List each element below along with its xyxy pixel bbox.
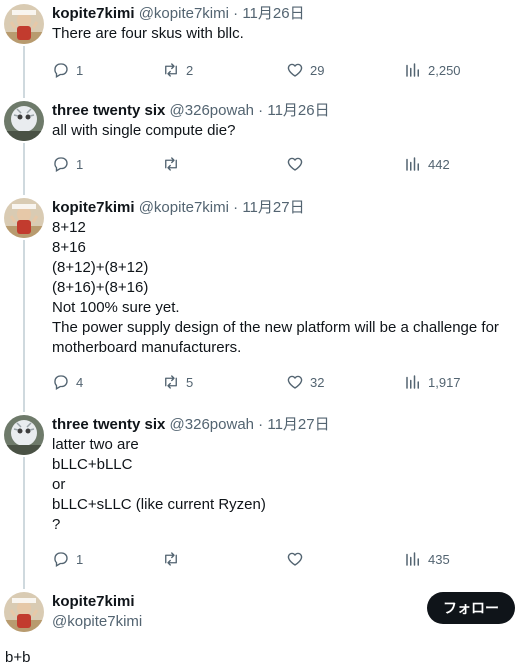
like-icon xyxy=(286,61,304,79)
retweet-icon xyxy=(162,155,180,173)
like-button[interactable]: 29 xyxy=(286,60,324,80)
retweet-count: 2 xyxy=(186,62,194,78)
tweet-text: latter two are bLLC+bLLC or bLLC+sLLC (l… xyxy=(52,435,511,535)
reply-icon xyxy=(52,373,70,391)
reply-button[interactable]: 4 xyxy=(52,372,83,392)
tweet-line: all with single compute die? xyxy=(52,122,236,139)
views-count: 1,917 xyxy=(428,374,461,390)
views-icon xyxy=(404,61,422,79)
retweet-count: 5 xyxy=(186,374,194,390)
avatar-kopite7kimi[interactable] xyxy=(4,4,44,44)
follow-button[interactable]: フォロー xyxy=(427,592,515,624)
reply-count: 4 xyxy=(76,374,84,390)
separator-dot: · xyxy=(228,5,243,22)
views-button[interactable]: 2,250 xyxy=(404,60,461,80)
author-name[interactable]: kopite7kimi xyxy=(52,5,135,22)
author-handle[interactable]: @kopite7kimi xyxy=(139,199,229,216)
timestamp[interactable]: 11月26日 xyxy=(242,5,304,22)
views-count: 2,250 xyxy=(428,62,461,78)
tweet-line: 8+12 xyxy=(52,219,86,236)
tweet-line: There are four skus with bllc. xyxy=(52,25,244,42)
tweet-line: bLLC+bLLC xyxy=(52,456,133,473)
tweet-line: (8+12)+(8+12) xyxy=(52,259,149,276)
views-icon xyxy=(404,550,422,568)
action-bar: 4 5 32 1,917 xyxy=(52,372,462,392)
like-icon xyxy=(286,373,304,391)
tweet-line: (8+16)+(8+16) xyxy=(52,279,149,296)
retweet-icon xyxy=(162,373,180,391)
tweet-line: Not 100% sure yet. xyxy=(52,299,180,316)
separator-dot: · xyxy=(254,416,268,433)
like-icon xyxy=(286,550,304,568)
tweet-text: all with single compute die? xyxy=(52,121,511,141)
reply-count: 1 xyxy=(76,62,84,78)
reply-icon xyxy=(52,61,70,79)
tweet-line: latter two are xyxy=(52,436,139,453)
reply-button[interactable]: 1 xyxy=(52,549,83,569)
separator-dot: · xyxy=(228,199,243,216)
author-name[interactable]: kopite7kimi xyxy=(52,199,135,216)
tweet-line: 8+16 xyxy=(52,239,86,256)
retweet-button[interactable]: 2 xyxy=(162,60,193,80)
main-tweet-text: b+b xyxy=(5,649,31,666)
retweet-button[interactable] xyxy=(162,154,186,174)
reply-count: 1 xyxy=(76,156,84,172)
author-name[interactable]: three twenty six xyxy=(52,102,165,119)
avatar-kopite7kimi[interactable] xyxy=(4,592,44,632)
like-button[interactable] xyxy=(286,549,310,569)
tweet-text: There are four skus with bllc. xyxy=(52,24,511,44)
action-bar: 1 442 xyxy=(52,154,462,174)
tweet-text: 8+12 8+16 (8+12)+(8+12) (8+16)+(8+16) No… xyxy=(52,218,511,358)
thread-line xyxy=(23,240,25,412)
author-handle[interactable]: @kopite7kimi xyxy=(139,5,229,22)
views-icon xyxy=(404,373,422,391)
like-icon xyxy=(286,155,304,173)
tweet-line: bLLC+sLLC (like current Ryzen) xyxy=(52,496,266,513)
views-icon xyxy=(404,155,422,173)
like-button[interactable] xyxy=(286,154,310,174)
timestamp[interactable]: 11月27日 xyxy=(242,199,304,216)
reply-icon xyxy=(52,155,70,173)
reply-count: 1 xyxy=(76,551,84,567)
avatar-326powah[interactable] xyxy=(4,101,44,141)
views-button[interactable]: 435 xyxy=(404,549,450,569)
tweet-line: ? xyxy=(52,516,61,533)
retweet-icon xyxy=(162,61,180,79)
reply-icon xyxy=(52,550,70,568)
thread-line xyxy=(23,46,25,98)
thread-line xyxy=(23,457,25,589)
tweet-line: The power supply design of the new platf… xyxy=(52,319,499,336)
reply-button[interactable]: 1 xyxy=(52,154,83,174)
like-count: 32 xyxy=(310,374,325,390)
tweet-line: motherboard manufacturers. xyxy=(52,339,242,356)
tweet-line: or xyxy=(52,476,66,493)
timestamp[interactable]: 11月26日 xyxy=(267,102,329,119)
author-name[interactable]: three twenty six xyxy=(52,416,165,433)
avatar-kopite7kimi[interactable] xyxy=(4,198,44,238)
action-bar: 1 2 29 2,250 xyxy=(52,60,462,80)
timestamp[interactable]: 11月27日 xyxy=(267,416,329,433)
author-handle[interactable]: @326powah xyxy=(170,102,254,119)
retweet-button[interactable] xyxy=(162,549,186,569)
views-count: 442 xyxy=(428,156,450,172)
author-handle[interactable]: @326powah xyxy=(170,416,254,433)
separator-dot: · xyxy=(254,102,268,119)
thread-line xyxy=(23,143,25,195)
views-count: 435 xyxy=(428,551,450,567)
like-count: 29 xyxy=(310,62,325,78)
action-bar: 1 435 xyxy=(52,549,462,569)
avatar-326powah[interactable] xyxy=(4,415,44,455)
views-button[interactable]: 442 xyxy=(404,154,450,174)
like-button[interactable]: 32 xyxy=(286,372,324,392)
views-button[interactable]: 1,917 xyxy=(404,372,461,392)
retweet-button[interactable]: 5 xyxy=(162,372,193,392)
reply-button[interactable]: 1 xyxy=(52,60,83,80)
retweet-icon xyxy=(162,550,180,568)
